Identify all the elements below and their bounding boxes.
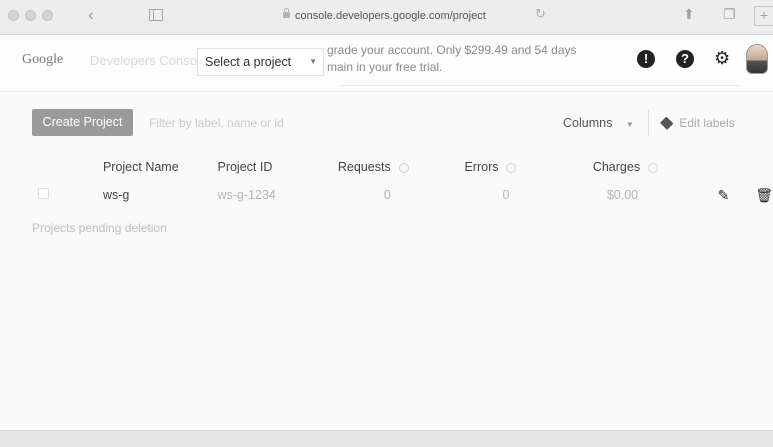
table-row[interactable]: ws-g ws-g-1234 0 0 $0.00 ✎ 🗑 [0,182,773,208]
new-tab-icon[interactable]: + [754,6,773,26]
help-circle-icon[interactable] [506,162,517,173]
header-divider [340,85,740,86]
trial-banner-line1: grade your account. Only $299.49 and 54 … [327,43,577,57]
select-all-cell [0,152,103,182]
toolbar-divider [648,110,649,136]
filter-input[interactable]: Filter by label, name or id [149,116,284,130]
edit-labels-label: Edit labels [679,116,735,130]
project-select-label: Select a project [205,55,292,69]
header-requests-cell: Requests [338,152,465,182]
edit-cell: ✎ [700,182,756,208]
settings-icon[interactable]: ⚙ [714,48,730,69]
requests-value: 0 [383,188,391,202]
browser-toolbar: ‹ console.developers.google.com/project … [0,0,773,35]
columns-label: Columns [563,116,613,130]
edit-labels-button[interactable]: Edit labels [659,116,735,130]
header-edit-cell [700,152,756,182]
row-checkbox[interactable] [38,188,49,199]
pencil-icon[interactable]: ✎ [718,187,730,203]
avatar[interactable] [746,44,768,74]
console-title: Developers Console [90,53,198,68]
header-requests[interactable]: Requests [338,160,391,174]
create-project-button[interactable]: Create Project [32,109,133,136]
trial-banner-line2: main in your free trial. [327,60,443,74]
tabs-icon[interactable]: ❐ [723,6,736,23]
projects-pending-deletion-link[interactable]: Projects pending deletion [32,221,167,235]
projects-panel: Create Project Filter by label, name or … [0,92,773,430]
notification-icon[interactable]: ! [637,50,655,68]
google-logo[interactable]: Google [22,52,63,68]
projects-toolbar: Create Project Filter by label, name or … [0,92,773,144]
row-checkbox-cell [0,182,103,208]
back-icon[interactable]: ‹ [88,5,94,25]
project-select-dropdown[interactable]: Select a project ▼ [197,48,324,76]
projects-table: Project Name Project ID Requests Errors … [0,152,773,208]
zoom-window-button[interactable] [42,10,53,21]
minimize-window-button[interactable] [25,10,36,21]
header-project-name[interactable]: Project Name [103,152,218,182]
delete-cell: 🗑 [755,182,773,208]
help-circle-icon[interactable] [648,162,659,173]
header-errors-cell: Errors [464,152,592,182]
bottom-edge [0,430,773,447]
header-project-id[interactable]: Project ID [217,152,337,182]
trash-icon[interactable]: 🗑 [755,187,773,203]
address-bar[interactable]: console.developers.google.com/project [295,10,486,22]
header-charges-cell: Charges [593,152,700,182]
header-errors[interactable]: Errors [464,160,498,174]
columns-dropdown[interactable]: Columns ▼ [563,116,634,130]
help-icon[interactable]: ? [676,50,694,68]
share-icon[interactable]: ⬆ [683,6,695,23]
tag-icon [659,116,674,130]
trial-banner: grade your account. Only $299.49 and 54 … [327,42,577,76]
project-id: ws-g-1234 [217,188,276,202]
header-charges[interactable]: Charges [593,160,640,174]
close-window-button[interactable] [8,10,19,21]
chevron-down-icon: ▼ [625,120,634,129]
app-header: Google Developers Console Select a proje… [0,35,773,92]
sidebar-icon[interactable] [149,9,163,21]
reload-icon[interactable]: ↻ [535,6,546,22]
help-circle-icon[interactable] [398,162,409,173]
chevron-down-icon: ▼ [309,57,317,66]
table-header-row: Project Name Project ID Requests Errors … [0,152,773,182]
header-delete-cell [755,152,773,182]
lock-icon [283,8,290,18]
errors-value: 0 [502,188,510,202]
project-name-link[interactable]: ws-g [103,182,218,208]
charges-value: $0.00 [606,188,639,202]
